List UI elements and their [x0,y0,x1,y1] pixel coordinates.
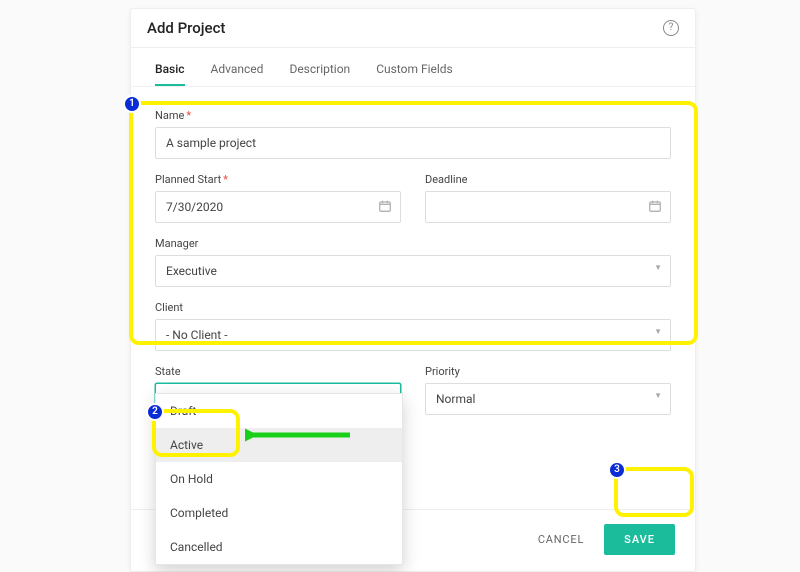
tab-custom-fields[interactable]: Custom Fields [376,62,453,86]
tab-advanced[interactable]: Advanced [211,62,264,86]
priority-value: Normal [436,392,475,406]
name-label-text: Name [155,109,184,122]
client-select[interactable]: - No Client - ▼ [155,319,671,351]
state-label: State [155,365,401,378]
state-option-completed[interactable]: Completed [156,496,402,530]
client-label: Client [155,301,671,314]
name-input[interactable]: A sample project [155,127,671,159]
client-value: - No Client - [166,328,228,342]
cancel-button[interactable]: CANCEL [538,533,584,546]
calendar-icon[interactable] [648,199,662,217]
manager-select[interactable]: Executive ▼ [155,255,671,287]
state-dropdown: Draft Active On Hold Completed Cancelled [155,393,403,565]
priority-label: Priority [425,365,671,378]
modal-title: Add Project [147,19,225,37]
priority-select[interactable]: Normal ▼ [425,383,671,415]
tabs: Basic Advanced Description Custom Fields [131,48,695,87]
name-label: Name* [155,109,671,122]
manager-label: Manager [155,237,671,250]
name-value: A sample project [166,136,256,150]
state-option-active[interactable]: Active [156,428,402,462]
planned-start-label-text: Planned Start [155,173,221,186]
required-mark: * [186,109,191,122]
planned-start-input[interactable]: 7/30/2020 [155,191,401,223]
chevron-down-icon: ▼ [654,327,662,336]
chevron-down-icon: ▼ [654,391,662,400]
chevron-down-icon: ▼ [654,263,662,272]
required-mark: * [223,173,228,186]
manager-value: Executive [166,264,217,278]
form-body: Name* A sample project Planned Start* 7/… [131,87,695,429]
help-icon[interactable]: ? [663,20,679,36]
tab-description[interactable]: Description [289,62,350,86]
state-option-on-hold[interactable]: On Hold [156,462,402,496]
state-option-draft[interactable]: Draft [156,394,402,428]
modal-header: Add Project ? [131,9,695,48]
save-button[interactable]: SAVE [604,524,675,555]
tab-basic[interactable]: Basic [155,62,185,86]
planned-start-label: Planned Start* [155,173,401,186]
state-option-cancelled[interactable]: Cancelled [156,530,402,564]
planned-start-value: 7/30/2020 [166,200,223,214]
deadline-input[interactable] [425,191,671,223]
deadline-label: Deadline [425,173,671,186]
calendar-icon[interactable] [378,199,392,217]
